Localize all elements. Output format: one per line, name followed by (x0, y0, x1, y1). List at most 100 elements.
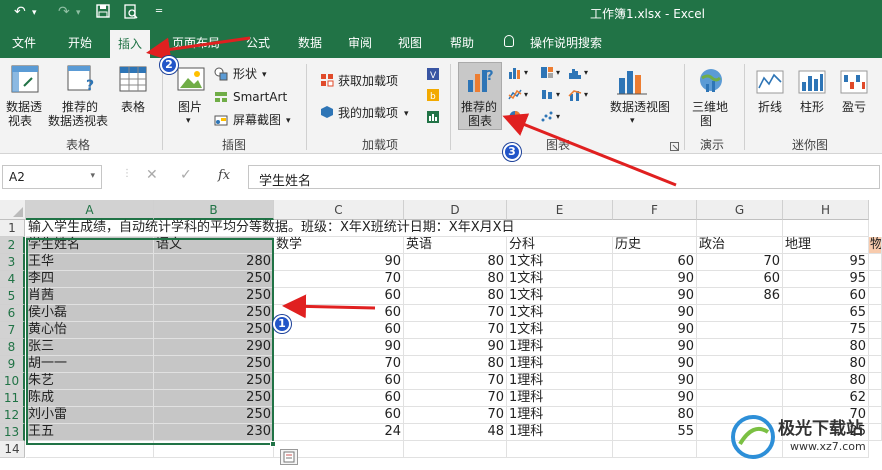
empty-cell[interactable] (507, 441, 613, 458)
cancel-icon[interactable]: ✕ (146, 167, 158, 183)
name-box[interactable]: A2 ▾ (2, 165, 102, 189)
data-cell[interactable]: 250 (154, 356, 274, 373)
tab-data[interactable]: 数据 (298, 34, 322, 51)
data-cell[interactable]: 70 (404, 305, 507, 322)
hierarchy-chart-icon[interactable] (540, 66, 554, 82)
data-cell[interactable]: 250 (154, 288, 274, 305)
data-cell[interactable]: 肖茜 (26, 288, 154, 305)
save-icon[interactable] (96, 4, 110, 22)
data-cell[interactable]: 60 (274, 322, 404, 339)
recommended-pivot-icon[interactable]: ? (66, 64, 96, 97)
pictures-dropdown-icon[interactable]: ▾ (186, 114, 191, 128)
column-header-c[interactable]: C (274, 200, 404, 220)
3d-map-icon[interactable] (696, 66, 726, 99)
undo-dropdown-icon[interactable]: ▾ (32, 8, 37, 18)
data-cell[interactable]: 60 (274, 373, 404, 390)
data-cell[interactable] (697, 339, 783, 356)
data-cell[interactable]: 95 (783, 271, 869, 288)
data-cell[interactable]: 86 (697, 288, 783, 305)
column-header-h[interactable]: H (783, 200, 869, 220)
tab-page-layout[interactable]: 页面布局 (172, 34, 220, 51)
header-cell[interactable]: 语文 (154, 237, 274, 254)
data-cell[interactable]: 80 (404, 271, 507, 288)
data-cell[interactable]: 65 (783, 305, 869, 322)
data-cell[interactable]: 90 (404, 339, 507, 356)
screenshot-dropdown-icon[interactable]: ▾ (286, 114, 291, 128)
select-all-button[interactable] (0, 200, 26, 220)
empty-cell[interactable] (404, 441, 507, 458)
scatter-chart-dropdown-icon[interactable]: ▾ (556, 110, 560, 124)
data-cell[interactable]: 胡一一 (26, 356, 154, 373)
data-cell[interactable] (869, 271, 882, 288)
combo-chart-icon[interactable] (568, 88, 582, 104)
data-cell[interactable]: 70 (404, 322, 507, 339)
header-cell[interactable]: 地理 (783, 237, 869, 254)
print-preview-icon[interactable] (124, 4, 138, 23)
data-cell[interactable]: 95 (783, 254, 869, 271)
data-cell[interactable]: 90 (613, 322, 697, 339)
data-cell[interactable]: 1理科 (507, 390, 613, 407)
header-cell[interactable]: 政治 (697, 237, 783, 254)
get-addins-label[interactable]: 获取加载项 (338, 74, 398, 88)
data-cell[interactable] (697, 322, 783, 339)
screenshot-label[interactable]: 屏幕截图 (233, 113, 281, 127)
hierarchy-chart-dropdown-icon[interactable]: ▾ (556, 66, 560, 80)
quick-analysis-button[interactable] (280, 449, 298, 465)
row-header-7[interactable]: 7 (0, 322, 25, 339)
empty-cell[interactable] (613, 441, 697, 458)
data-cell[interactable]: 1理科 (507, 339, 613, 356)
pivot-chart-icon[interactable] (616, 66, 648, 99)
data-cell[interactable] (869, 339, 882, 356)
data-cell[interactable]: 48 (404, 424, 507, 441)
data-cell[interactable]: 290 (154, 339, 274, 356)
my-addins-icon[interactable] (320, 105, 334, 122)
recommended-pivot-label1[interactable]: 推荐的 (62, 100, 98, 114)
data-cell[interactable]: 70 (404, 390, 507, 407)
data-cell[interactable]: 80 (783, 356, 869, 373)
empty-cell[interactable] (26, 441, 154, 458)
data-cell[interactable]: 80 (783, 373, 869, 390)
data-cell[interactable]: 90 (613, 356, 697, 373)
data-cell[interactable]: 80 (404, 356, 507, 373)
header-cell[interactable]: 英语 (404, 237, 507, 254)
data-cell[interactable] (697, 390, 783, 407)
tab-view[interactable]: 视图 (398, 34, 422, 51)
my-addins-dropdown-icon[interactable]: ▾ (404, 107, 409, 121)
data-cell[interactable]: 李四 (26, 271, 154, 288)
header-cell[interactable]: 历史 (613, 237, 697, 254)
data-cell[interactable]: 王五 (26, 424, 154, 441)
cell-g1[interactable] (697, 220, 783, 237)
charts-dialog-launcher-icon[interactable] (670, 140, 679, 154)
data-cell[interactable]: 70 (404, 373, 507, 390)
sparkline-winloss-label[interactable]: 盈亏 (842, 100, 866, 114)
data-cell[interactable]: 90 (613, 373, 697, 390)
data-cell[interactable]: 1理科 (507, 424, 613, 441)
tab-formulas[interactable]: 公式 (246, 34, 270, 51)
header-cell-partial[interactable]: 物 (869, 237, 882, 254)
sparkline-line-icon[interactable] (756, 70, 784, 97)
data-cell[interactable]: 侯小磊 (26, 305, 154, 322)
pictures-label[interactable]: 图片 (178, 100, 202, 114)
formula-input[interactable]: 学生姓名 (248, 165, 880, 189)
tab-help[interactable]: 帮助 (450, 34, 474, 51)
data-cell[interactable]: 1文科 (507, 254, 613, 271)
data-cell[interactable]: 90 (613, 339, 697, 356)
data-cell[interactable]: 250 (154, 305, 274, 322)
data-cell[interactable]: 280 (154, 254, 274, 271)
data-cell[interactable]: 70 (697, 254, 783, 271)
recommended-charts-label2[interactable]: 图表 (468, 114, 492, 128)
data-cell[interactable]: 张三 (26, 339, 154, 356)
data-cell[interactable]: 60 (783, 288, 869, 305)
row-header-3[interactable]: 3 (0, 254, 25, 271)
data-cell[interactable]: 80 (404, 288, 507, 305)
tab-file[interactable]: 文件 (12, 34, 36, 51)
sparkline-line-label[interactable]: 折线 (758, 100, 782, 114)
scatter-chart-icon[interactable] (540, 110, 554, 126)
data-cell[interactable]: 24 (274, 424, 404, 441)
my-addins-label[interactable]: 我的加载项 (338, 106, 398, 120)
get-addins-icon[interactable] (320, 73, 334, 90)
line-chart-dropdown-icon[interactable]: ▾ (524, 88, 528, 102)
row-header-5[interactable]: 5 (0, 288, 25, 305)
data-cell[interactable]: 70 (404, 407, 507, 424)
combo-chart-dropdown-icon[interactable]: ▾ (584, 88, 588, 102)
